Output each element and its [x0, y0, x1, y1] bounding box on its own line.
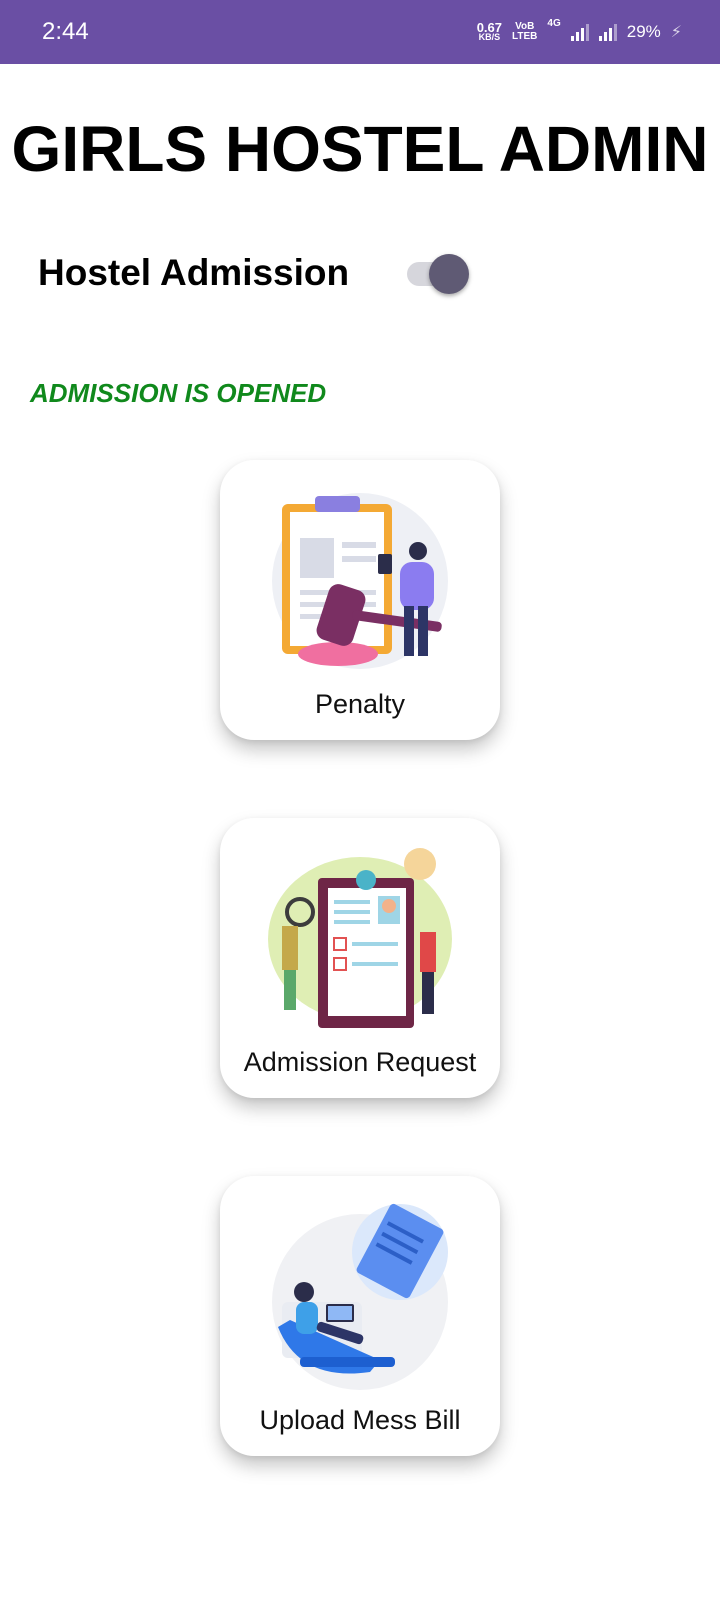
admission-request-card[interactable]: Admission Request [220, 818, 500, 1098]
status-time: 2:44 [42, 18, 89, 45]
toggle-thumb[interactable] [429, 254, 469, 294]
admission-toggle[interactable] [405, 254, 469, 294]
status-bar: 2:44 0.67 KB/S VoB LTEB 4G 29% ⚡ [0, 0, 720, 64]
status-icons: 0.67 KB/S VoB LTEB 4G 29% ⚡ [477, 18, 682, 46]
network-speed: 0.67 KB/S [477, 21, 502, 42]
admission-toggle-label: Hostel Admission [38, 252, 350, 293]
page-title: GIRLS HOSTEL ADMIN [11, 113, 709, 185]
admission-request-label: Admission Request [243, 1047, 477, 1077]
upload-mess-bill-card[interactable]: Upload Mess Bill [220, 1176, 500, 1456]
penalty-label: Penalty [314, 689, 406, 719]
network-speed-unit: KB/S [478, 32, 501, 42]
admission-status: ADMISSION IS OPENED [30, 378, 327, 408]
signal-icon [570, 23, 589, 41]
battery-level: 29% [626, 22, 661, 41]
admission-resume-icon [268, 848, 452, 1028]
charging-icon: ⚡ [670, 24, 682, 41]
penalty-gavel-icon [272, 493, 448, 669]
upload-mess-bill-label: Upload Mess Bill [259, 1405, 461, 1435]
volte-icon: VoB LTEB [512, 22, 537, 42]
upload-document-icon [272, 1203, 448, 1390]
signal-icon-2 [598, 23, 617, 41]
penalty-card[interactable]: Penalty [220, 460, 500, 740]
volte-bottom: LTEB [512, 31, 538, 42]
network-type: 4G [547, 18, 561, 29]
